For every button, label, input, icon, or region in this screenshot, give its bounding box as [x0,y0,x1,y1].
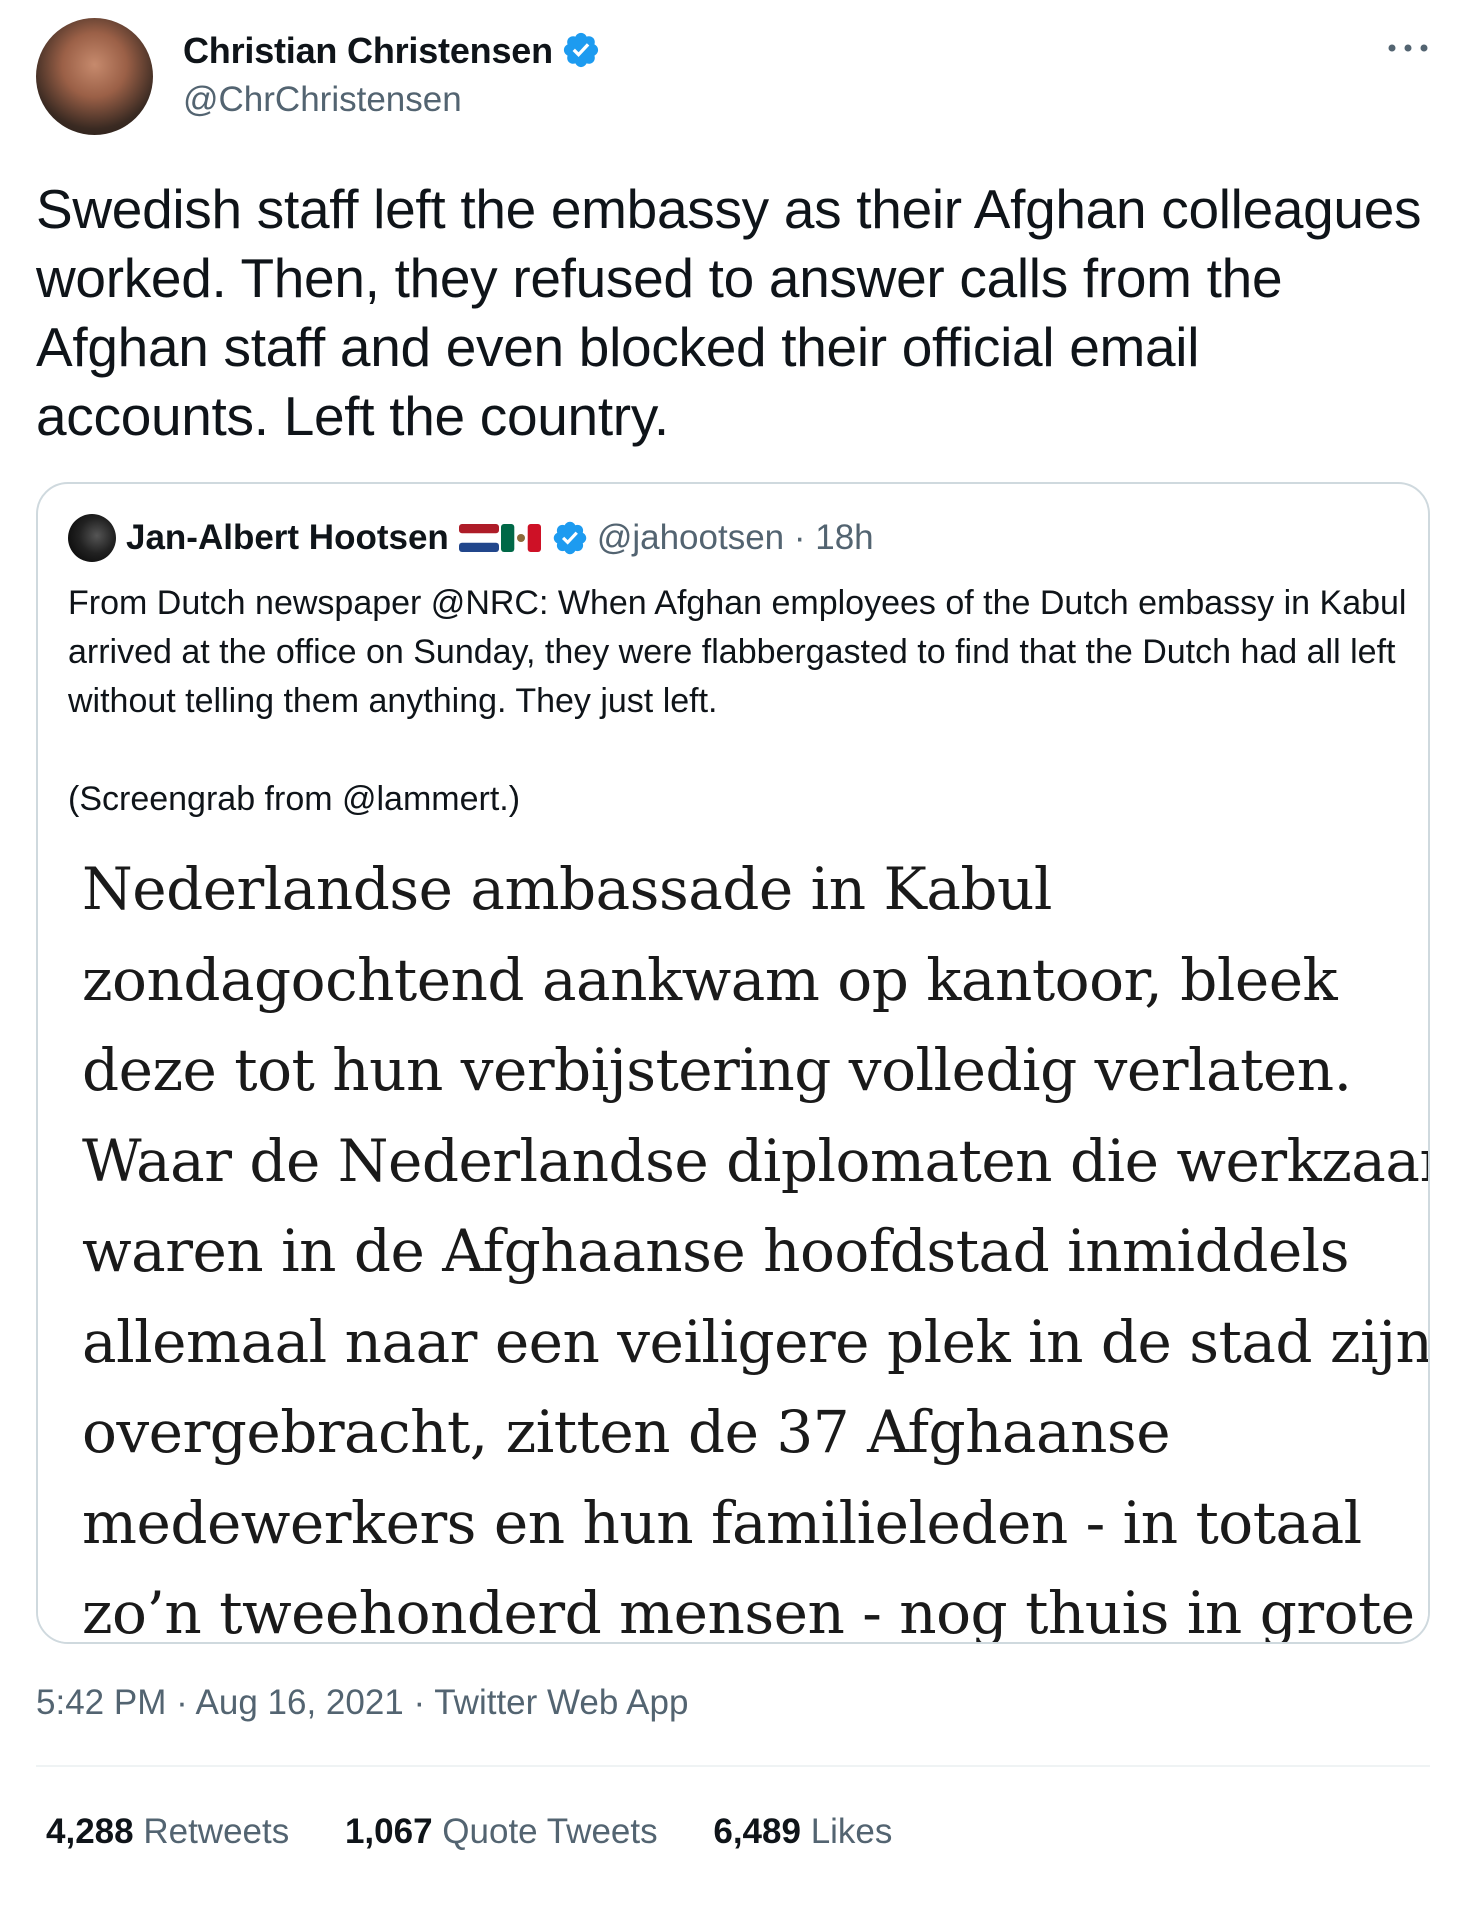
retweets-label: Retweets [143,1812,290,1851]
author-handle[interactable]: @ChrChristensen [183,80,462,120]
newspaper-text: Nederlandse ambassade in Kabul zondagoch… [82,844,1430,1644]
author-name[interactable]: Christian Christensen [183,30,553,71]
likes-count: 6,489 [713,1812,801,1851]
quoted-tweet-paragraph: From Dutch newspaper @NRC: When Afghan e… [68,584,1407,720]
quoted-author-avatar [68,514,116,562]
quoted-tweet[interactable]: Jan-Albert Hootsen @jahootsen · 18h From… [36,482,1430,1644]
mexico-flag-icon [500,524,541,552]
tweet-header: Christian Christensen @ChrChristensen [36,18,1430,138]
quote-tweets-stat[interactable]: 1,067 Quote Tweets [345,1812,658,1852]
quoted-tweet-paragraph: (Screengrab from @lammert.) [68,780,521,818]
quoted-tweet-text: From Dutch newspaper @NRC: When Afghan e… [68,579,1408,824]
quoted-author-handle-time: @jahootsen · 18h [596,518,874,557]
quoted-tweet-header: Jan-Albert Hootsen @jahootsen · 18h [68,514,874,564]
likes-stat[interactable]: 6,489 Likes [713,1812,892,1852]
newspaper-line: waren in de Afghaanse hoofdstad inmiddel… [82,1217,1350,1285]
verified-badge-icon [563,32,598,68]
newspaper-line: overgebracht, zitten de 37 Afghaanse [82,1398,1171,1466]
tweet-text: Swedish staff left the embassy as their … [36,178,1422,447]
newspaper-line: allemaal naar een veiligere plek in de s… [82,1307,1430,1376]
quote-tweets-label: Quote Tweets [442,1812,658,1851]
quote-tweets-count: 1,067 [344,1812,433,1851]
newspaper-line: deze tot hun verbijstering volledig verl… [82,1036,1352,1104]
tweet-timestamp[interactable]: 5:42 PM · Aug 16, 2021 · Twitter Web App [36,1683,688,1723]
quoted-author-name: Jan-Albert Hootsen [126,518,449,557]
retweets-stat[interactable]: 4,288 Retweets [46,1812,289,1852]
author-name-row[interactable]: Christian Christensen [183,30,601,72]
engagement-stats: 4,288 Retweets 1,067 Quote Tweets 6,489 … [46,1812,938,1852]
newspaper-line: Nederlandse ambassade in Kabul [82,855,1052,923]
verified-badge-icon [553,521,587,555]
netherlands-flag-icon [458,524,499,552]
divider [36,1765,1430,1767]
newspaper-line: Waar de Nederlandse diplomaten die werkz… [82,1126,1430,1195]
retweets-count: 4,288 [46,1812,134,1851]
newspaper-line: zo’n tweehonderd mensen - nog thuis in g… [82,1579,1415,1644]
newspaper-line: zondagochtend aankwam op kantoor, bleek [82,945,1338,1014]
likes-label: Likes [810,1812,893,1851]
author-avatar[interactable] [36,18,153,135]
newspaper-line: medewerkers en hun familieleden - in tot… [82,1488,1362,1557]
newspaper-screengrab-image[interactable]: Nederlandse ambassade in Kabul zondagoch… [38,844,1430,1644]
more-options-icon[interactable] [1386,38,1430,58]
